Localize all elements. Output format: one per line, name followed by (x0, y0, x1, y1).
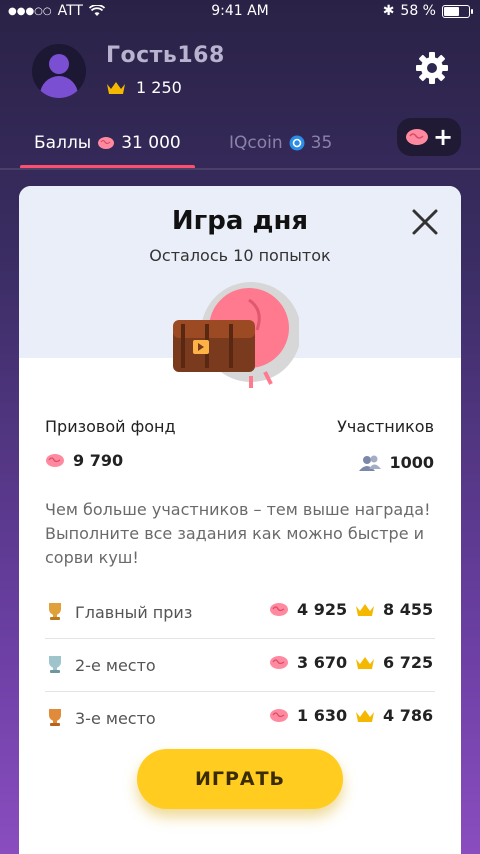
users-icon (359, 455, 382, 471)
trophy-gold-icon (49, 603, 61, 620)
username: Гость168 (106, 43, 225, 68)
prize-row-second: 2-е место 3 670 6 725 (45, 639, 435, 692)
prize-crowns: 8 455 (355, 600, 433, 619)
battery-label: 58 % (400, 3, 436, 19)
participants-value: 1000 (359, 453, 434, 472)
brain-icon (270, 656, 288, 669)
tab-points-value: 31 000 (121, 133, 181, 153)
game-of-day-card: Игра дня Осталось 10 попыток Призовой фо… (19, 186, 461, 854)
prize-points: 3 670 (269, 653, 347, 672)
trophy-bronze-icon (49, 709, 61, 726)
status-right: ✱ 58 % (382, 3, 473, 19)
close-icon[interactable] (411, 208, 439, 236)
brain-icon (270, 603, 288, 616)
play-button[interactable]: ИГРАТЬ (137, 749, 343, 809)
prize-name: 3-е место (75, 709, 156, 728)
prize-name: Главный приз (75, 603, 193, 622)
card-description: Чем больше участников – тем выше награда… (45, 500, 431, 567)
tab-points-label: Баллы (34, 133, 92, 153)
prize-row-first: Главный приз 4 925 8 455 (45, 586, 435, 639)
prize-name: 2-е место (75, 656, 156, 675)
tab-iqcoin-label: IQcoin (229, 133, 283, 153)
gear-icon[interactable] (414, 50, 450, 86)
prize-crowns: 4 786 (355, 706, 433, 725)
attempts-left: Осталось 10 попыток (149, 246, 331, 265)
brain-icon (405, 129, 428, 145)
brain-icon (46, 454, 64, 467)
tabs-divider (0, 168, 480, 170)
brain-icon (98, 137, 115, 149)
brain-chest-illustration (173, 282, 299, 388)
participants-count: 1000 (389, 453, 434, 472)
tab-points[interactable]: Баллы 31 000 (34, 133, 181, 153)
participants-label: Участников (337, 417, 434, 436)
crown-count: 1 250 (136, 78, 182, 97)
prize-points-value: 4 925 (297, 600, 348, 619)
prize-points: 1 630 (269, 706, 347, 725)
prize-crowns-value: 6 725 (383, 653, 434, 672)
crown-icon (107, 81, 125, 94)
crown-balance: 1 250 (106, 78, 182, 97)
plus-icon: + (432, 123, 454, 151)
prize-fund-label: Призовой фонд (45, 417, 176, 436)
prize-points-value: 1 630 (297, 706, 348, 725)
prize-crowns-value: 8 455 (383, 600, 434, 619)
prize-points-value: 3 670 (297, 653, 348, 672)
bluetooth-icon: ✱ (382, 3, 395, 19)
prize-row-third: 3-е место 1 630 4 786 (45, 692, 435, 745)
battery-icon (442, 4, 473, 18)
crown-icon (356, 656, 374, 669)
crown-icon (356, 709, 374, 722)
add-points-button[interactable]: + (397, 118, 461, 156)
avatar[interactable] (32, 44, 86, 98)
prize-fund-value: 9 790 (45, 451, 123, 470)
card-title: Игра дня (171, 206, 309, 236)
trophy-silver-icon (49, 656, 61, 673)
brain-icon (270, 709, 288, 722)
status-bar: ●●●○○ ATT 9:41 AM ✱ 58 % (0, 0, 480, 24)
prize-crowns: 6 725 (355, 653, 433, 672)
prize-points: 4 925 (269, 600, 347, 619)
crown-icon (356, 603, 374, 616)
tab-iqcoin-value: 35 (310, 133, 333, 153)
tab-iqcoin[interactable]: IQcoin 35 (229, 133, 332, 153)
prize-fund-amount: 9 790 (73, 451, 124, 470)
iqcoin-icon (289, 135, 305, 151)
prize-crowns-value: 4 786 (383, 706, 434, 725)
